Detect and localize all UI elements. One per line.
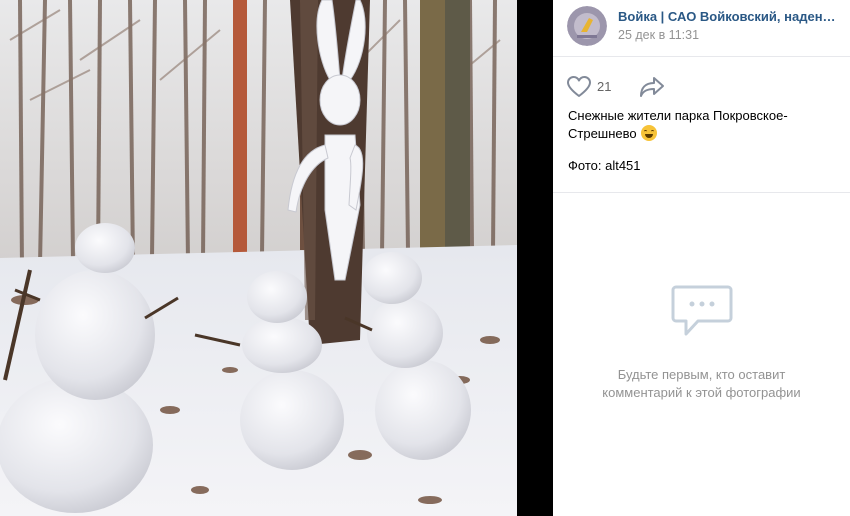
share-arrow-icon[interactable]: [639, 76, 665, 98]
heart-icon[interactable]: [567, 76, 591, 98]
grinning-emoji-icon: [640, 125, 657, 141]
post-caption-text: Снежные жители парка Покровское-Стрешнев…: [568, 108, 788, 141]
photo-viewer: [0, 0, 553, 516]
like-count: 21: [597, 79, 612, 94]
divider: [553, 192, 850, 193]
photo-credit: Фото: alt451: [568, 158, 641, 173]
empty-comments-text: Будьте первым, кто оставит комментарий к…: [553, 366, 850, 402]
empty-comments-line2: комментарий к этой фотографии: [602, 385, 801, 400]
empty-comments: Будьте первым, кто оставит комментарий к…: [553, 284, 850, 402]
avatar[interactable]: [567, 6, 607, 46]
post-caption: Снежные жители парка Покровское-Стрешнев…: [568, 107, 838, 143]
post-photo[interactable]: [0, 0, 517, 516]
snowmen-photo: [0, 0, 517, 516]
chat-bubble-icon: [671, 285, 732, 336]
post-header: Войка | САО Войковский, надень м... 25 д…: [553, 0, 850, 57]
post-date[interactable]: 25 дек в 11:31: [618, 28, 699, 42]
post-sidebar: Войка | САО Войковский, надень м... 25 д…: [553, 0, 850, 516]
empty-comments-line1: Будьте первым, кто оставит: [617, 367, 786, 382]
post-actions: 21: [567, 76, 847, 98]
post-author-link[interactable]: Войка | САО Войковский, надень м...: [618, 9, 843, 24]
